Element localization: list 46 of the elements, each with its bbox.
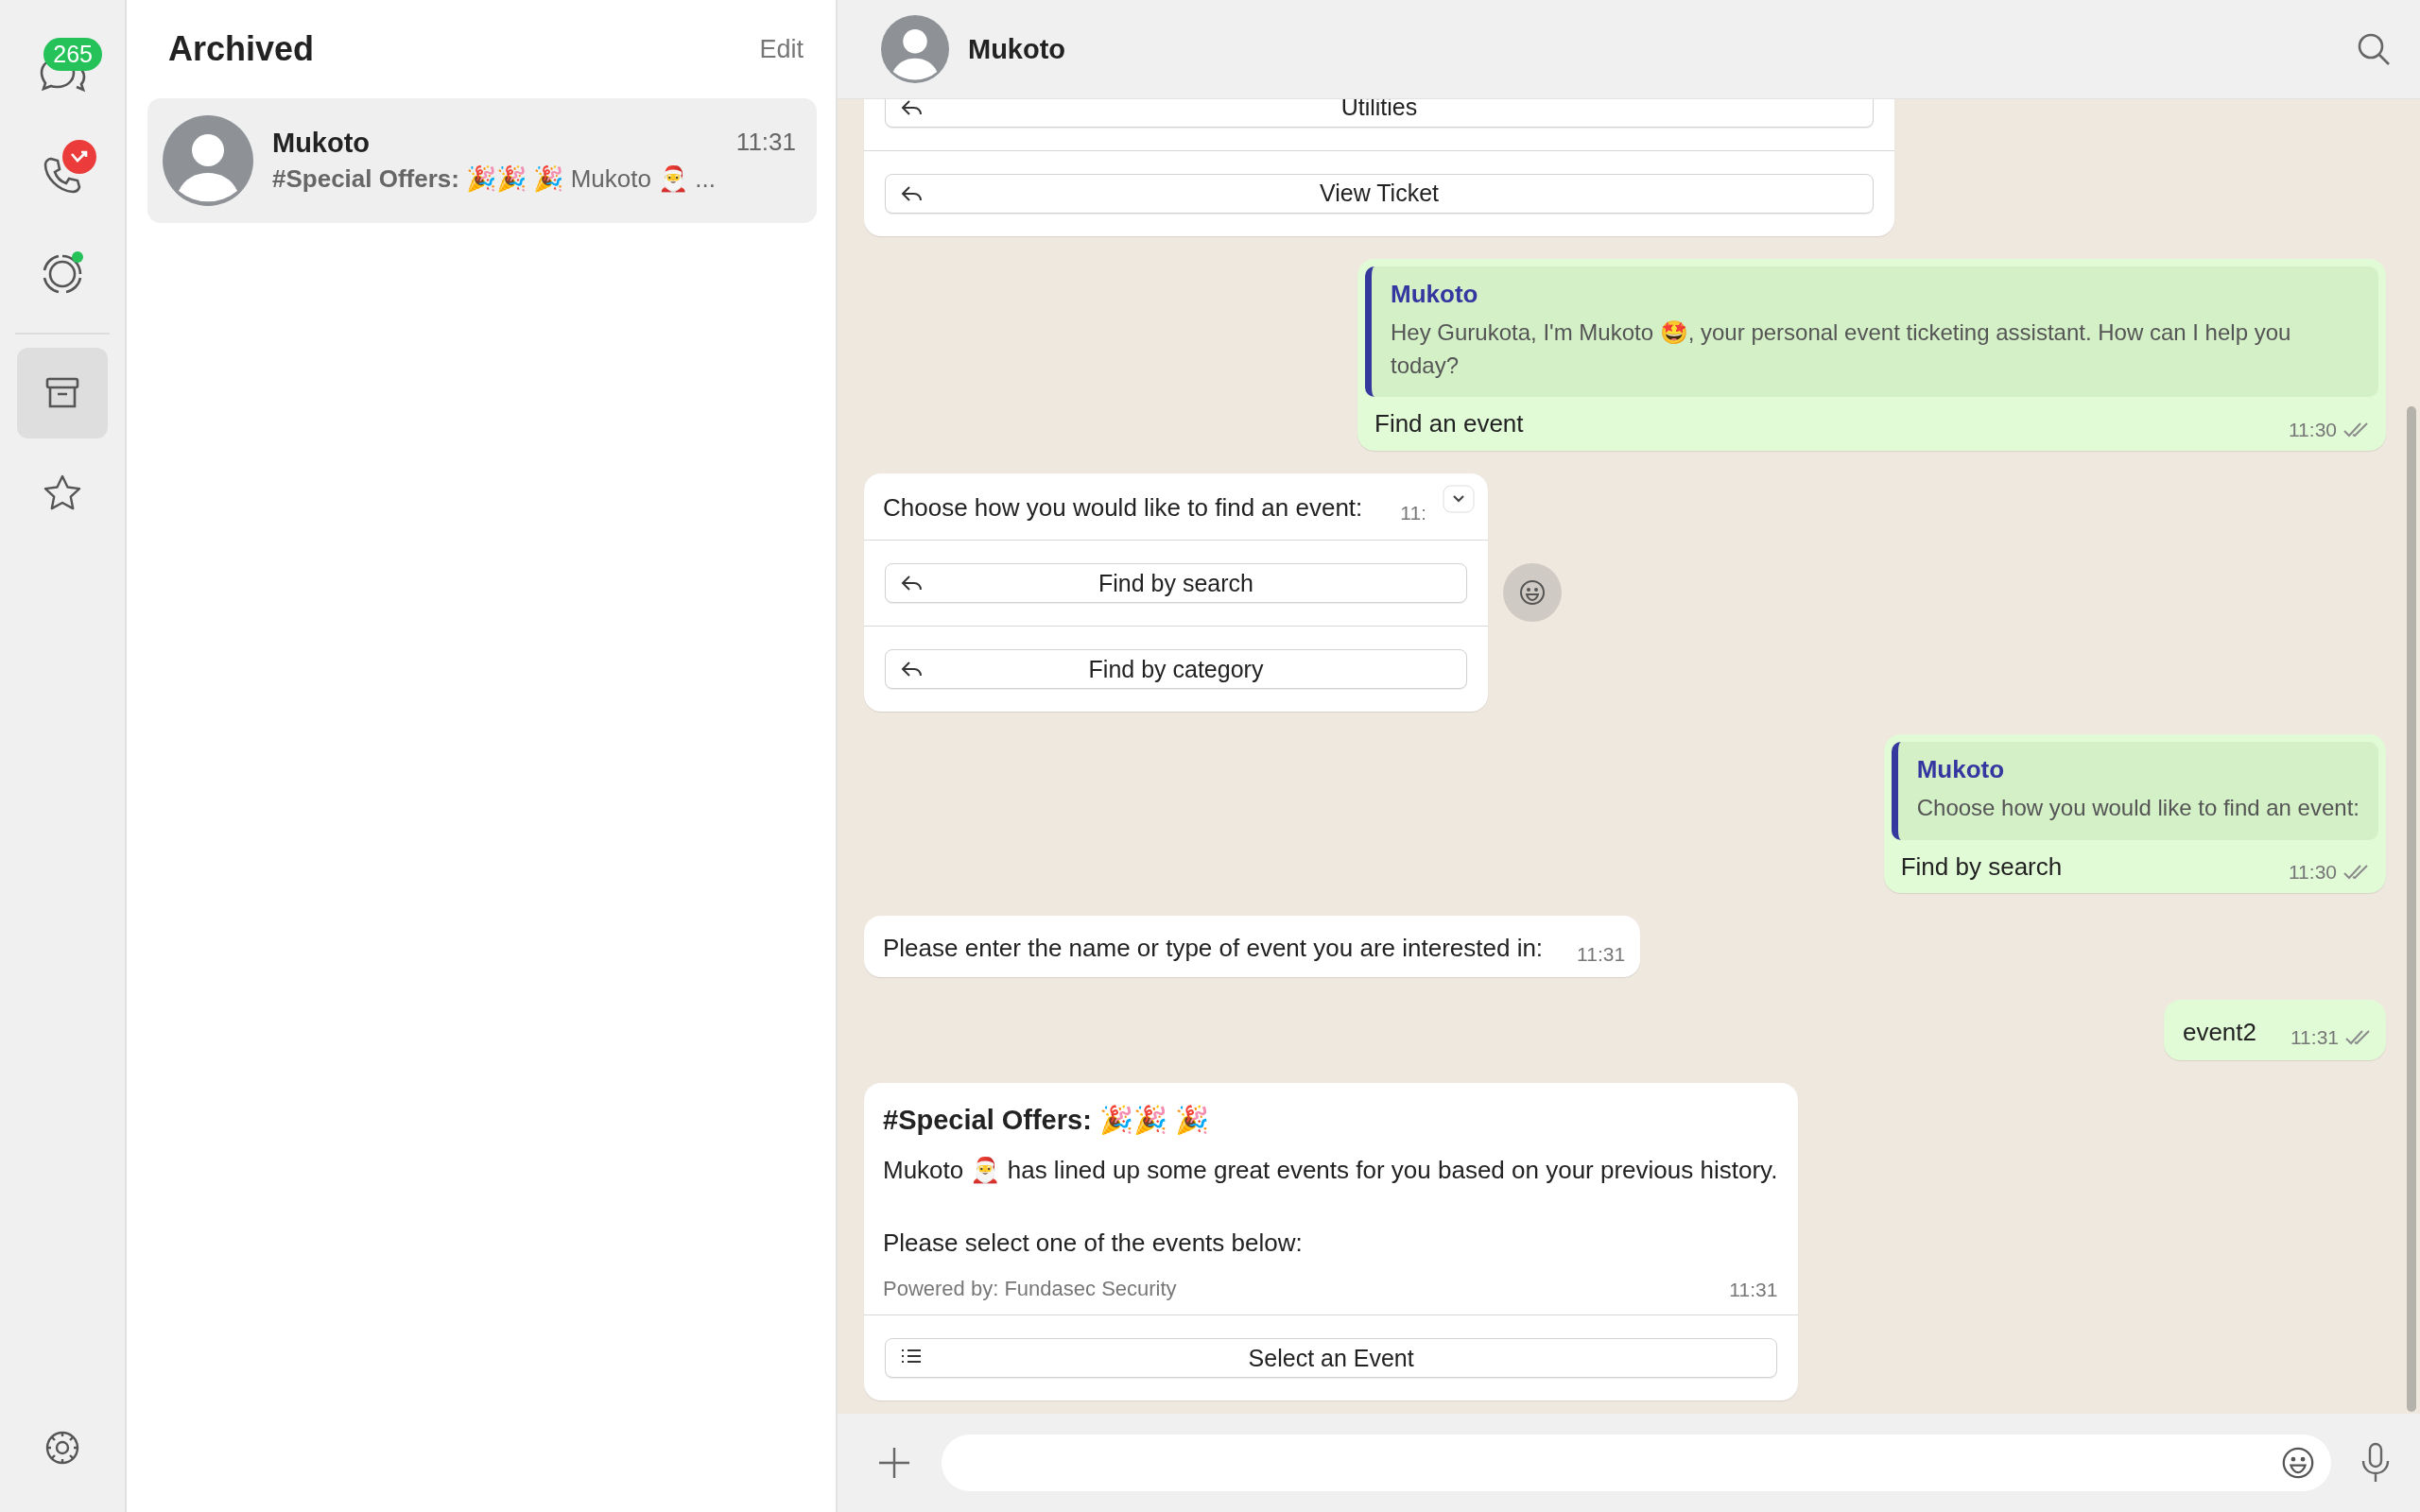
message-time: 11:31 [1577, 942, 1626, 966]
reply-arrow-icon [901, 99, 924, 117]
unread-count-badge: 265 [43, 38, 102, 71]
smiley-icon [1518, 578, 1547, 608]
status-ring-icon [41, 252, 84, 296]
chevron-down-icon[interactable] [1443, 484, 1475, 513]
quoted-message[interactable]: Mukoto Choose how you would like to find an event: [1891, 742, 2378, 841]
chat-time: 11:31 [735, 128, 796, 158]
quote-sender: Mukoto [1916, 755, 2006, 785]
microphone-icon[interactable] [2360, 1442, 2392, 1484]
message-text: Please enter the name or type of event you are interested in: [883, 933, 1544, 965]
message-time: 11:31 [1729, 1279, 1778, 1301]
message-text: Find an event [1374, 408, 1524, 440]
message-text: Please select one of the events below: [883, 1227, 1304, 1259]
quoted-message[interactable]: Mukoto Hey Gurukota, I'm Mukoto 🤩, your personal event ticketing assistant. How can I help you today? [1365, 266, 2378, 398]
quote-text: Choose how you would like to find an event: [1916, 794, 2360, 823]
chat-preview: #Special Offers: 🎉🎉 🎉 Mukoto 🎅 ... [272, 164, 717, 194]
message-time: 11: [1400, 502, 1426, 525]
quick-reply-button[interactable]: View Ticket [885, 173, 1874, 214]
avatar-icon [881, 15, 949, 83]
chat-list-item[interactable]: Mukoto 11:31 #Special Offers: 🎉🎉 🎉 Mukoto 🎅 ... [147, 98, 817, 223]
message-text: event2 [2182, 1016, 2256, 1048]
message-time: 11:30 [2289, 418, 2337, 441]
message-time: 11:31 [2290, 1026, 2339, 1050]
message-footer: Powered by: Fundasec Security [883, 1277, 1177, 1301]
edit-button[interactable]: Edit [746, 34, 817, 64]
quote-text: Hey Gurukota, I'm Mukoto 🤩, your personal event ticketing assistant. How can I help you today? [1391, 318, 2292, 380]
emoji-icon[interactable] [2280, 1445, 2316, 1481]
message-text: Choose how you would like to find an event: [883, 491, 1363, 524]
select-list-button[interactable]: Select an Event [885, 1338, 1778, 1378]
scrollbar[interactable] [2407, 406, 2416, 1412]
search-icon[interactable] [2356, 31, 2392, 67]
chat-name: Mukoto [272, 128, 371, 159]
quote-sender: Mukoto [1391, 279, 1479, 309]
quick-reply-button[interactable]: Find by search [885, 563, 1467, 604]
message-header: #Special Offers: 🎉🎉 🎉 [883, 1104, 1210, 1137]
quick-reply-button[interactable]: Utilities [885, 99, 1874, 128]
reply-arrow-icon [901, 183, 924, 203]
archived-title: Archived [168, 29, 315, 69]
message-time: 11:30 [2289, 861, 2337, 885]
archive-tab[interactable] [17, 348, 108, 438]
message-text: Find by search [1900, 851, 2063, 884]
avatar-icon [163, 115, 253, 206]
quick-reply-button[interactable]: Find by category [885, 649, 1467, 690]
message-text: Mukoto 🎅 has lined up some great events for you based on your previous history. [883, 1155, 1778, 1187]
list-icon [901, 1349, 922, 1364]
